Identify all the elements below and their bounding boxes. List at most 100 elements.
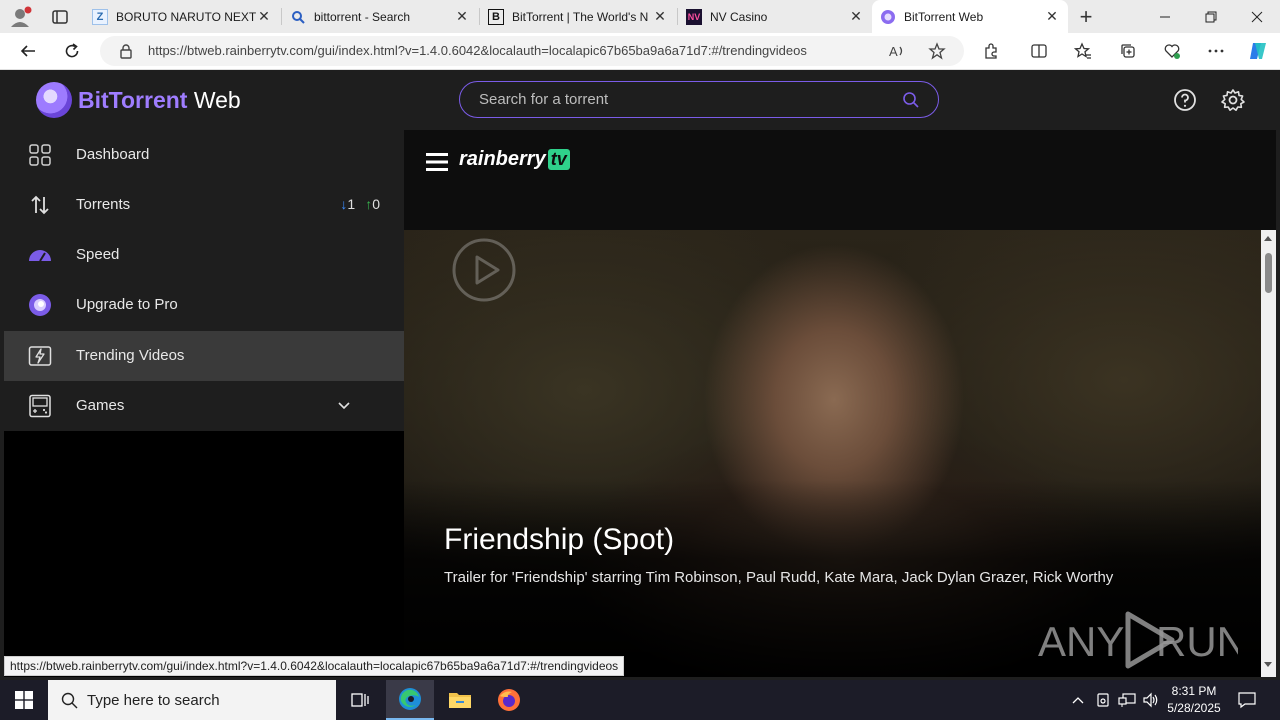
torrent-search-input[interactable]: Search for a torrent [459,81,939,118]
dashboard-grid-icon [29,144,51,166]
sidebar-item-label: Torrents [76,196,131,213]
upload-count-value: 0 [372,196,380,212]
sidebar-item-label: Speed [76,246,120,263]
rainberry-brand-text: rainberry [459,148,546,170]
taskbar-clock[interactable]: 8:31 PM 5/28/2025 [1160,683,1228,717]
logo-text: BitTorrent Web [78,87,241,114]
volume-icon[interactable] [1142,692,1160,708]
windows-start-icon[interactable] [0,680,48,720]
tab-title: BitTorrent Web [904,9,984,24]
scroll-up-arrow-icon[interactable] [1264,236,1272,241]
more-options-icon[interactable] [1201,37,1231,65]
back-arrow-icon[interactable] [13,37,43,65]
settings-gear-icon[interactable] [1220,87,1246,113]
minimize-window-icon[interactable] [1142,0,1188,33]
task-view-icon[interactable] [336,680,384,720]
rainberry-header: rainberry tv [404,130,1276,230]
sidebar-empty-area [4,431,404,677]
page-scrollbar[interactable] [1261,230,1276,677]
address-bar[interactable]: https://btweb.rainberrytv.com/gui/index.… [100,36,964,66]
sidebar-item-label: Dashboard [76,146,150,163]
sidebar-item-dashboard[interactable]: Dashboard [4,130,404,180]
sidebar-item-speed[interactable]: Speed [4,230,404,280]
chevron-up-icon[interactable] [1070,692,1086,708]
taskbar-search-placeholder: Type here to search [87,692,220,709]
hamburger-menu-icon[interactable] [426,152,448,172]
browser-tab-boruto[interactable]: Z BORUTO NARUTO NEXT G ✕ [84,0,280,33]
copilot-icon[interactable] [1243,37,1273,65]
sidebar-item-label: Trending Videos [76,347,185,364]
tab-title: BitTorrent | The World's N [512,9,649,24]
scroll-down-arrow-icon[interactable] [1264,662,1272,667]
network-icon[interactable] [1118,692,1136,708]
tab-title: bittorrent - Search [314,9,411,24]
browser-essentials-icon[interactable] [1157,37,1187,65]
sidebar-item-games[interactable]: Games [4,381,404,431]
favorite-star-icon[interactable] [928,42,946,60]
transfer-arrows-icon [31,195,49,215]
new-tab-icon[interactable]: + [1074,4,1098,29]
svg-text:A: A [889,44,898,59]
close-tab-icon[interactable]: ✕ [1044,8,1060,25]
download-count-value: 1 [347,196,356,212]
rainberrytv-logo[interactable]: rainberry tv [459,148,570,171]
browser-tab-bittorrent-web[interactable]: BitTorrent Web ✕ [872,0,1068,33]
restore-window-icon[interactable] [1188,0,1234,33]
search-icon [61,692,78,709]
help-icon[interactable] [1172,87,1198,113]
split-screen-icon[interactable] [1024,37,1054,65]
device-icon[interactable] [1095,692,1111,708]
refresh-icon[interactable] [57,37,87,65]
lock-icon[interactable] [118,43,134,59]
collections-icon[interactable] [1113,37,1143,65]
firefox-icon[interactable] [485,680,533,720]
taskbar-search-box[interactable]: Type here to search [48,680,336,720]
upload-count: ↑0 [365,196,380,212]
sidebar-item-torrents[interactable]: Torrents ↓1 ↑0 [4,180,404,230]
video-title[interactable]: Friendship (Spot) [444,523,674,557]
anyrun-watermark-logo: ANY RUN [1038,611,1238,669]
read-aloud-icon[interactable]: A [888,42,906,60]
bittorrent-logo-icon [36,82,72,118]
trending-video-icon [28,346,52,366]
favorites-icon[interactable] [1068,37,1098,65]
close-tab-icon[interactable]: ✕ [256,8,272,25]
sidebar-item-trending-videos[interactable]: Trending Videos [4,331,404,381]
sidebar-item-label: Upgrade to Pro [76,296,178,313]
notifications-icon[interactable] [1237,691,1257,709]
chevron-down-icon[interactable] [336,397,352,413]
close-window-icon[interactable] [1234,0,1280,33]
torrent-counts: ↓1 ↑0 [340,196,380,212]
video-description: Trailer for 'Friendship' starring Tim Ro… [444,569,1114,586]
edge-browser-icon[interactable] [386,680,434,720]
browser-tab-nv-casino[interactable]: NV NV Casino ✕ [678,0,872,33]
close-tab-icon[interactable]: ✕ [454,8,470,25]
file-explorer-icon[interactable] [436,680,484,720]
tab-actions-icon[interactable] [50,7,70,27]
browser-toolbar: https://btweb.rainberrytv.com/gui/index.… [0,33,1280,70]
manga-site-icon: Z [92,8,108,25]
bittorrent-pro-icon [29,294,51,316]
profile-avatar-icon[interactable] [8,5,34,29]
featured-video[interactable]: Friendship (Spot) Trailer for 'Friendshi… [404,230,1261,677]
tab-title: NV Casino [710,9,768,24]
search-placeholder: Search for a torrent [479,91,609,108]
extensions-icon[interactable] [976,37,1006,65]
clock-time: 8:31 PM [1171,684,1217,698]
sidebar-item-upgrade-to-pro[interactable]: Upgrade to Pro [4,280,404,330]
logo-text-bold: BitTorrent [78,86,188,113]
browser-tab-bing-search[interactable]: bittorrent - Search ✕ [282,0,478,33]
browser-tab-strip: Z BORUTO NARUTO NEXT G ✕ bittorrent - Se… [0,0,1280,33]
play-icon[interactable] [452,238,516,302]
close-tab-icon[interactable]: ✕ [848,8,864,25]
bittorrent-web-app: BitTorrent Web Search for a torrent Dash… [4,70,1276,677]
rainberry-tv-badge: tv [547,149,570,170]
app-header: BitTorrent Web Search for a torrent [4,70,1276,130]
url-text[interactable]: https://btweb.rainberrytv.com/gui/index.… [148,43,868,58]
bittorrent-web-logo[interactable]: BitTorrent Web [36,82,241,118]
search-icon[interactable] [902,91,920,109]
watermark-any-text: ANY [1038,618,1124,665]
scrollbar-thumb[interactable] [1265,253,1272,293]
browser-tab-bittorrent-site[interactable]: B BitTorrent | The World's N ✕ [480,0,676,33]
close-tab-icon[interactable]: ✕ [652,8,668,25]
